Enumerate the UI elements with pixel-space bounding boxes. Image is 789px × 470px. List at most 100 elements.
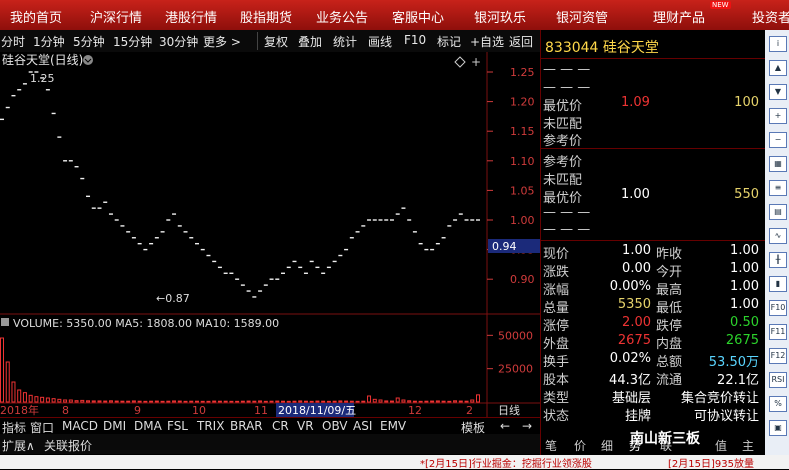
volume-bar	[189, 400, 194, 403]
nav-investor[interactable]: 投资者	[752, 7, 789, 26]
list-icon[interactable]: ≡	[769, 180, 787, 196]
info-icon[interactable]: i	[769, 36, 787, 52]
ind-dmi[interactable]: DMI	[103, 419, 126, 433]
volume-bar	[137, 400, 142, 403]
draw-line-button[interactable]: 画线	[368, 33, 392, 50]
tab-value[interactable]: 值	[715, 437, 727, 454]
period-1min[interactable]: 1分钟	[33, 33, 65, 50]
related-quotes-tab[interactable]: 关联报价	[44, 437, 92, 454]
expand-button[interactable]: 扩展∧	[2, 437, 35, 454]
chart-title-dropdown-icon[interactable]	[83, 55, 93, 65]
indicator-bar: 指标 窗口 MACD DMI DMA FSL TRIX BRAR CR VR O…	[0, 417, 540, 435]
nav-galaxy-joy[interactable]: 银河玖乐	[474, 7, 526, 26]
volume-bar	[441, 400, 446, 403]
quote-value: 0.02%	[609, 351, 651, 366]
zoom-out-icon[interactable]: −	[769, 132, 787, 148]
nav-service-center[interactable]: 客服中心	[392, 7, 444, 26]
volume-bar	[281, 400, 286, 403]
nav-home[interactable]: 我的首页	[10, 7, 62, 26]
stock-code-name: 833044 硅谷天堂	[545, 40, 659, 56]
bar-chart-icon[interactable]: ▮	[769, 276, 787, 292]
nav-wealth-products[interactable]: 理财产品	[653, 7, 705, 26]
period-30min[interactable]: 30分钟	[159, 33, 198, 50]
period-intraday[interactable]: 分时	[1, 33, 25, 50]
quote-value: 22.1亿	[717, 373, 759, 388]
quote-value: 1.00	[730, 243, 759, 258]
pct-icon[interactable]: %	[769, 396, 787, 412]
quote-label: 今开	[656, 265, 683, 280]
period-more[interactable]: 更多 >	[203, 33, 241, 50]
period-15min[interactable]: 15分钟	[113, 33, 152, 50]
kline-chart[interactable]: 1.251.201.151.101.051.000.950.90 5000025…	[0, 52, 540, 432]
best-bid-label: 最优价	[543, 191, 583, 206]
adjust-button[interactable]: 复权	[264, 33, 288, 50]
ind-brar[interactable]: BRAR	[230, 419, 263, 433]
up-arrow-icon[interactable]: ▲	[769, 60, 787, 76]
quote-label: 总量	[543, 301, 570, 316]
plus-icon[interactable]: +	[471, 55, 481, 69]
ind-emv[interactable]: EMV	[380, 419, 406, 433]
f10-icon[interactable]: F10	[769, 300, 787, 316]
volume-bar	[212, 400, 217, 403]
f12-icon[interactable]: F12	[769, 348, 787, 364]
quote-value: 1.00	[730, 261, 759, 276]
quote-value: 基础层	[611, 391, 651, 406]
volume-bar	[114, 400, 119, 403]
kline-icon[interactable]: ╫	[769, 252, 787, 268]
overlay-button[interactable]: 叠加	[298, 33, 322, 50]
nav-index-futures[interactable]: 股指期货	[240, 7, 292, 26]
nav-hk-quotes[interactable]: 港股行情	[165, 7, 217, 26]
ticker-item-1[interactable]: *[2月15日]行业掘金：挖掘行业领涨股	[420, 455, 592, 470]
ind-asi[interactable]: ASI	[353, 419, 372, 433]
volume-bar	[240, 400, 245, 403]
ask-dash-2: — — —	[543, 80, 591, 95]
quote-label: 外盘	[543, 337, 570, 352]
quote-value: 2.00	[622, 315, 651, 330]
tab-trades[interactable]: 笔	[545, 437, 557, 454]
ind-vr[interactable]: VR	[297, 419, 314, 433]
ind-trix[interactable]: TRIX	[197, 419, 224, 433]
ticker-item-2[interactable]: [2月15日]935放量	[668, 455, 754, 470]
tab-main[interactable]: 主	[742, 437, 754, 454]
unmatched-bid-label: 未匹配	[543, 173, 583, 188]
grid-icon[interactable]: ▦	[769, 156, 787, 172]
volume-collapse-icon[interactable]	[1, 318, 9, 326]
volume-bar	[458, 400, 463, 403]
line-chart-icon[interactable]: ∿	[769, 228, 787, 244]
tab-detail[interactable]: 细	[601, 437, 613, 454]
best-bid-qty: 550	[734, 187, 759, 202]
back-button[interactable]: 返回	[509, 33, 533, 50]
quote-value: 0.00	[622, 261, 651, 276]
volume-bar	[160, 400, 165, 403]
quote-panel: 833044 硅谷天堂 — — — — — — 最优价 1.09 100 未匹配…	[540, 30, 766, 455]
ind-fsl[interactable]: FSL	[167, 419, 188, 433]
stats-button[interactable]: 统计	[333, 33, 357, 50]
volume-bar	[418, 400, 423, 403]
volume-bar	[223, 400, 228, 403]
ind-obv[interactable]: OBV	[322, 419, 348, 433]
zoom-in-icon[interactable]: +	[769, 108, 787, 124]
volume-bar	[149, 400, 154, 403]
rsi-icon[interactable]: RSI	[769, 372, 787, 388]
ind-macd[interactable]: MACD	[62, 419, 98, 433]
toolbox-icon[interactable]: ▣	[769, 420, 787, 436]
ind-cr[interactable]: CR	[272, 419, 289, 433]
new-badge: NEW	[710, 1, 731, 9]
scroll-left-button[interactable]: ←	[500, 419, 510, 433]
nav-sh-sz-quotes[interactable]: 沪深行情	[90, 7, 142, 26]
ind-dma[interactable]: DMA	[134, 419, 162, 433]
quote-row: 外盘 2675 内盘 2675	[543, 333, 763, 352]
add-watchlist-button[interactable]: +自选	[470, 33, 504, 50]
down-arrow-icon[interactable]: ▼	[769, 84, 787, 100]
scroll-right-button[interactable]: →	[522, 419, 532, 433]
tab-price[interactable]: 价	[574, 437, 586, 454]
nav-announcements[interactable]: 业务公告	[316, 7, 368, 26]
period-5min[interactable]: 5分钟	[73, 33, 105, 50]
best-ask-price: 1.09	[621, 95, 650, 110]
table-icon[interactable]: ▤	[769, 204, 787, 220]
f11-icon[interactable]: F11	[769, 324, 787, 340]
f10-button[interactable]: F10	[404, 33, 426, 47]
mark-button[interactable]: 标记	[437, 33, 461, 50]
nav-asset-mgmt[interactable]: 银河资管	[556, 7, 608, 26]
quote-label: 昨收	[656, 247, 683, 262]
